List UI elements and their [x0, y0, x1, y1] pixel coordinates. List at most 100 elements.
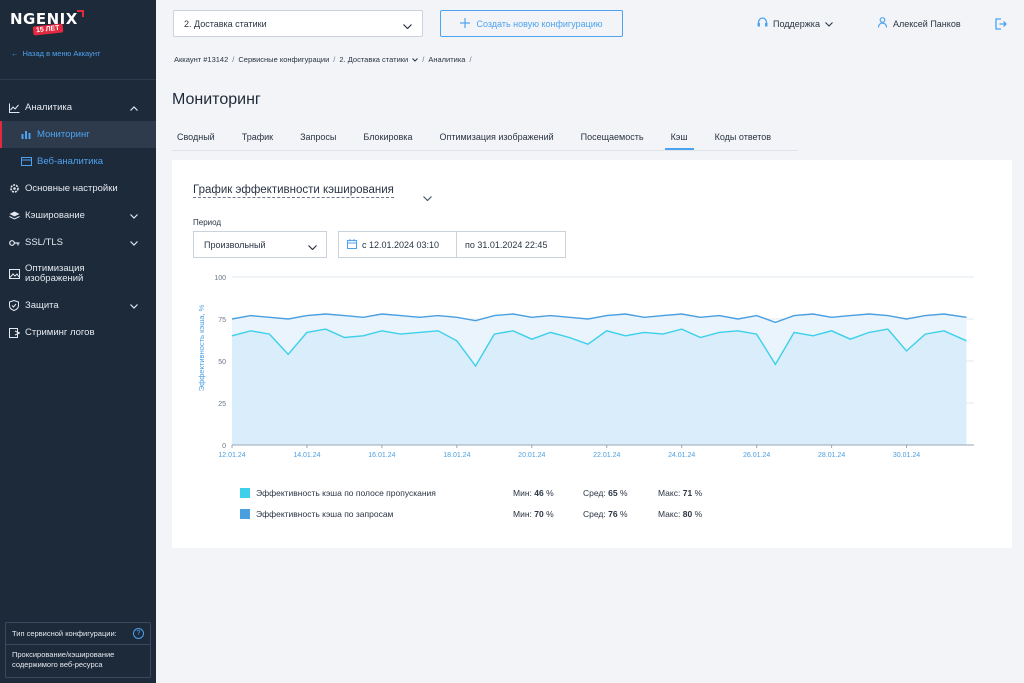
- config-type-label: Тип сервисной конфигурации:: [12, 629, 117, 638]
- chevron-down-icon: [825, 19, 833, 29]
- bar-chart-icon: [20, 129, 32, 141]
- help-icon[interactable]: ?: [133, 628, 144, 639]
- series-area-bandwidth: [232, 329, 967, 445]
- period-select[interactable]: Произвольный: [193, 231, 327, 258]
- x-tick-label: 20.01.24: [518, 452, 545, 459]
- breadcrumb-config[interactable]: 2. Доставка статики: [339, 55, 408, 64]
- breadcrumb-separator: /: [232, 55, 235, 64]
- tab-blocking[interactable]: Блокировка: [363, 127, 412, 150]
- breadcrumb-service-configs[interactable]: Сервисные конфигурации: [238, 55, 329, 64]
- tab-traffic[interactable]: Трафик: [242, 127, 273, 150]
- chevron-down-icon: [130, 211, 138, 222]
- tab-cache[interactable]: Кэш: [664, 127, 694, 150]
- legend-avg: Сред: 76 %: [583, 508, 628, 519]
- y-tick-label: 100: [214, 275, 226, 282]
- period-label: Период: [193, 218, 222, 227]
- arrow-left-icon: ←: [11, 49, 19, 58]
- x-tick-label: 14.01.24: [293, 452, 320, 459]
- sidebar-item-web-analytics[interactable]: Веб-аналитика: [0, 148, 156, 175]
- image-icon: [8, 268, 20, 280]
- chart-type-select[interactable]: График эффективности кэширования: [193, 184, 394, 198]
- date-from-field[interactable]: с 12.01.2024 03:10: [338, 231, 457, 258]
- sidebar-item-label: Основные настройки: [25, 183, 118, 194]
- tab-attendance[interactable]: Посещаемость: [581, 127, 644, 150]
- config-select-value: 2. Доставка статики: [184, 19, 267, 29]
- legend-avg: Сред: 65 %: [583, 487, 628, 498]
- logo-mark-icon: [77, 10, 84, 17]
- x-tick-label: 12.01.24: [218, 452, 245, 459]
- config-type-header: Тип сервисной конфигурации: ?: [6, 623, 150, 645]
- user-icon: [877, 17, 888, 30]
- config-type-value: Проксирование/кэширование содержимого ве…: [12, 650, 115, 669]
- sidebar-item-monitoring[interactable]: Мониторинг: [0, 121, 156, 148]
- sidebar-divider: [0, 79, 156, 80]
- user-menu[interactable]: Алексей Панков: [877, 17, 961, 30]
- layers-icon: [8, 210, 20, 222]
- sidebar-item-label: Оптимизация изображений: [25, 262, 85, 284]
- tab-response-codes[interactable]: Коды ответов: [715, 127, 771, 150]
- sidebar-item-label: SSL/TLS: [25, 237, 64, 248]
- chart-line-icon: [8, 102, 20, 114]
- sidebar: NGENIX 15 ЛЕТ ← Назад в меню Аккаунт Ана…: [0, 0, 156, 683]
- x-tick-label: 26.01.24: [743, 452, 770, 459]
- legend-min: Мин: 46 %: [513, 487, 554, 498]
- tab-requests[interactable]: Запросы: [300, 127, 336, 150]
- headset-icon: [757, 17, 768, 30]
- page-title: Мониторинг: [172, 91, 261, 108]
- date-to-field[interactable]: по 31.01.2024 22:45: [456, 231, 566, 258]
- chevron-down-icon: [308, 242, 317, 252]
- legend-series-name: Эффективность кэша по запросам: [256, 508, 394, 519]
- create-config-button[interactable]: Создать новую конфигурацию: [440, 10, 623, 37]
- date-from-value: с 12.01.2024 03:10: [362, 239, 440, 250]
- chart-legend: Эффективность кэша по полосе пропускания…: [240, 482, 760, 524]
- user-name: Алексей Панков: [893, 18, 961, 29]
- logout-icon[interactable]: [995, 17, 1007, 35]
- sidebar-item-analytics[interactable]: Аналитика: [0, 94, 156, 121]
- date-to-value: по 31.01.2024 22:45: [465, 240, 548, 250]
- sidebar-item-caching[interactable]: Кэширование: [0, 202, 156, 229]
- x-tick-label: 24.01.24: [668, 452, 695, 459]
- cache-chart-card: График эффективности кэширования Период …: [172, 160, 1012, 548]
- sidebar-item-protection[interactable]: Защита: [0, 292, 156, 319]
- sidebar-item-log-streaming[interactable]: Стриминг логов: [0, 319, 156, 346]
- period-select-value: Произвольный: [204, 240, 266, 250]
- breadcrumb-analytics[interactable]: Аналитика: [428, 55, 465, 64]
- breadcrumb-separator: /: [333, 55, 336, 64]
- support-menu[interactable]: Поддержка: [757, 17, 833, 30]
- chevron-down-icon[interactable]: [423, 188, 432, 206]
- tab-summary[interactable]: Сводный: [177, 127, 215, 150]
- y-tick-label: 25: [218, 401, 226, 408]
- breadcrumb-account[interactable]: Аккаунт #13142: [174, 55, 228, 64]
- chevron-down-icon: [130, 301, 138, 312]
- sidebar-item-main-settings[interactable]: Основные настройки: [0, 175, 156, 202]
- y-axis-label: Эффективность кэша, %: [197, 304, 206, 391]
- config-type-box: Тип сервисной конфигурации: ? Проксирова…: [5, 622, 151, 678]
- sidebar-item-ssl-tls[interactable]: SSL/TLS: [0, 229, 156, 256]
- breadcrumb-separator: /: [469, 55, 472, 64]
- legend-max: Макс: 71 %: [658, 487, 703, 498]
- support-label: Поддержка: [773, 18, 820, 29]
- key-icon: [8, 237, 20, 249]
- config-select[interactable]: 2. Доставка статики: [173, 10, 423, 37]
- sidebar-nav: Аналитика Мониторинг Веб-аналитика Основ…: [0, 94, 156, 346]
- sidebar-item-image-optimization[interactable]: Оптимизация изображений: [0, 256, 156, 292]
- legend-series-name: Эффективность кэша по полосе пропускания: [256, 487, 436, 498]
- sidebar-item-label: Аналитика: [25, 102, 73, 113]
- cache-efficiency-chart: 0 25 50 75 100 12.01.24 14.01.24 16.01.24 18.01.…: [197, 275, 974, 459]
- legend-swatch: [240, 487, 250, 498]
- back-link-label: Назад в меню Аккаунт: [22, 49, 101, 58]
- create-config-label: Создать новую конфигурацию: [476, 18, 603, 29]
- breadcrumb: Аккаунт #13142 / Сервисные конфигурации …: [174, 55, 472, 64]
- chevron-down-icon: [403, 21, 412, 31]
- calendar-icon: [347, 238, 357, 251]
- y-tick-label: 0: [222, 443, 226, 450]
- legend-row-requests: Эффективность кэша по запросам Мин: 70 %…: [240, 503, 760, 524]
- back-to-account-link[interactable]: ← Назад в меню Аккаунт: [11, 49, 100, 58]
- legend-row-bandwidth: Эффективность кэша по полосе пропускания…: [240, 482, 760, 503]
- y-tick-label: 50: [218, 359, 226, 366]
- logo-badge: 15 ЛЕТ: [32, 23, 63, 36]
- x-tick-label: 22.01.24: [593, 452, 620, 459]
- chevron-down-icon: [412, 55, 419, 64]
- chevron-down-icon: [130, 238, 138, 249]
- tab-image-optimization[interactable]: Оптимизация изображений: [439, 127, 553, 150]
